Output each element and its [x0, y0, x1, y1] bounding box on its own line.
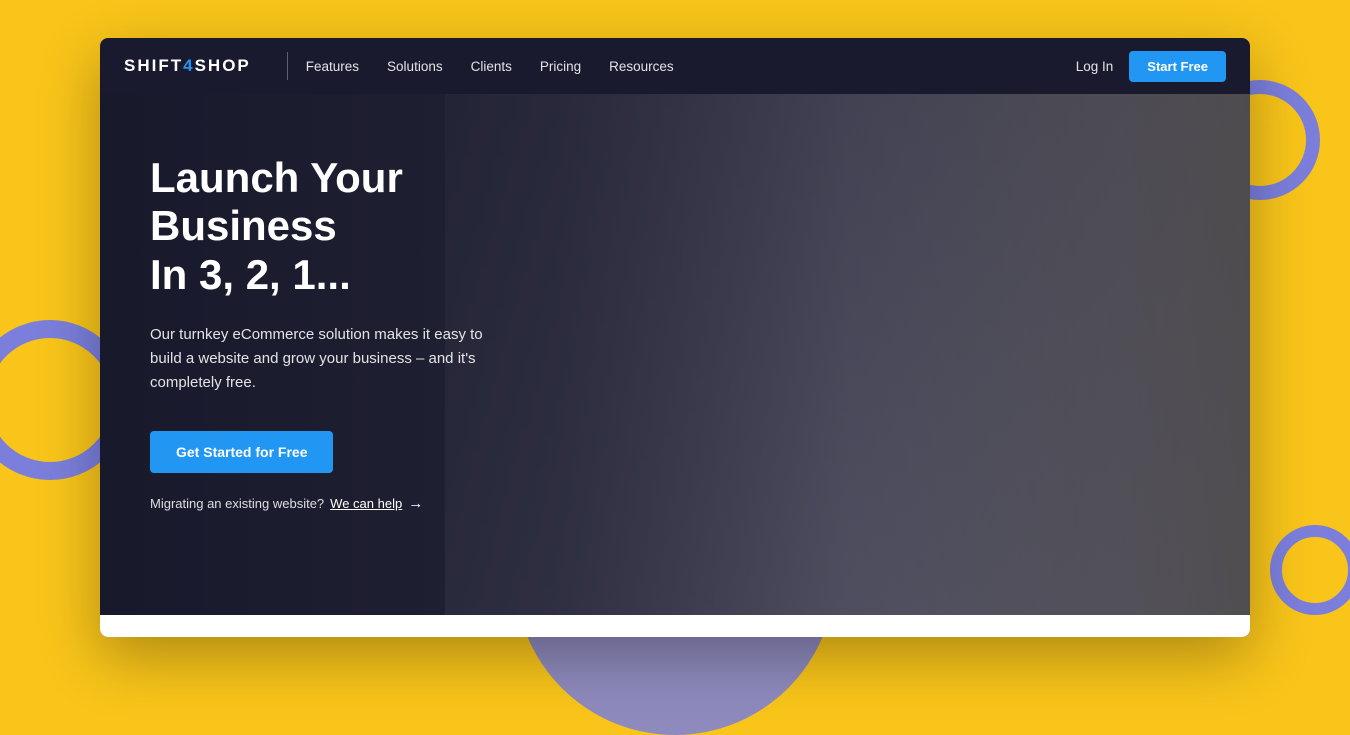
logo-text: SHIFT4SHOP	[124, 56, 251, 76]
hero-title: Launch Your BusinessIn 3, 2, 1...	[150, 154, 590, 299]
decorative-circle-right-bottom	[1270, 525, 1350, 615]
login-button[interactable]: Log In	[1076, 59, 1114, 74]
logo-divider	[287, 52, 288, 80]
ecommerce-label: eCommerce Software	[1106, 38, 1226, 40]
navbar: SHIFT4SHOP Features Solutions Clients Pr…	[100, 38, 1250, 94]
bottom-bar	[100, 615, 1250, 637]
migrate-prefix: Migrating an existing website?	[150, 496, 324, 511]
nav-pricing[interactable]: Pricing	[540, 59, 581, 74]
get-started-button[interactable]: Get Started for Free	[150, 431, 333, 473]
nav-resources[interactable]: Resources	[609, 59, 674, 74]
migrate-row: Migrating an existing website? We can he…	[150, 495, 590, 512]
start-free-button[interactable]: Start Free	[1129, 51, 1226, 82]
hero-cta-container: Get Started for Free	[150, 431, 590, 495]
nav-features[interactable]: Features	[306, 59, 359, 74]
browser-window: SHIFT4SHOP Features Solutions Clients Pr…	[100, 38, 1250, 637]
arrow-icon: →	[408, 495, 423, 512]
nav-solutions[interactable]: Solutions	[387, 59, 443, 74]
nav-right: eCommerce Software Log In Start Free	[1076, 51, 1226, 82]
hero-content: Launch Your BusinessIn 3, 2, 1... Our tu…	[100, 94, 640, 572]
logo[interactable]: SHIFT4SHOP	[124, 56, 251, 76]
migrate-link[interactable]: We can help	[330, 496, 402, 511]
hero-subtitle: Our turnkey eCommerce solution makes it …	[150, 323, 510, 395]
nav-links: Features Solutions Clients Pricing Resou…	[306, 59, 1076, 74]
hero-section: Launch Your BusinessIn 3, 2, 1... Our tu…	[100, 94, 1250, 637]
nav-clients[interactable]: Clients	[471, 59, 512, 74]
